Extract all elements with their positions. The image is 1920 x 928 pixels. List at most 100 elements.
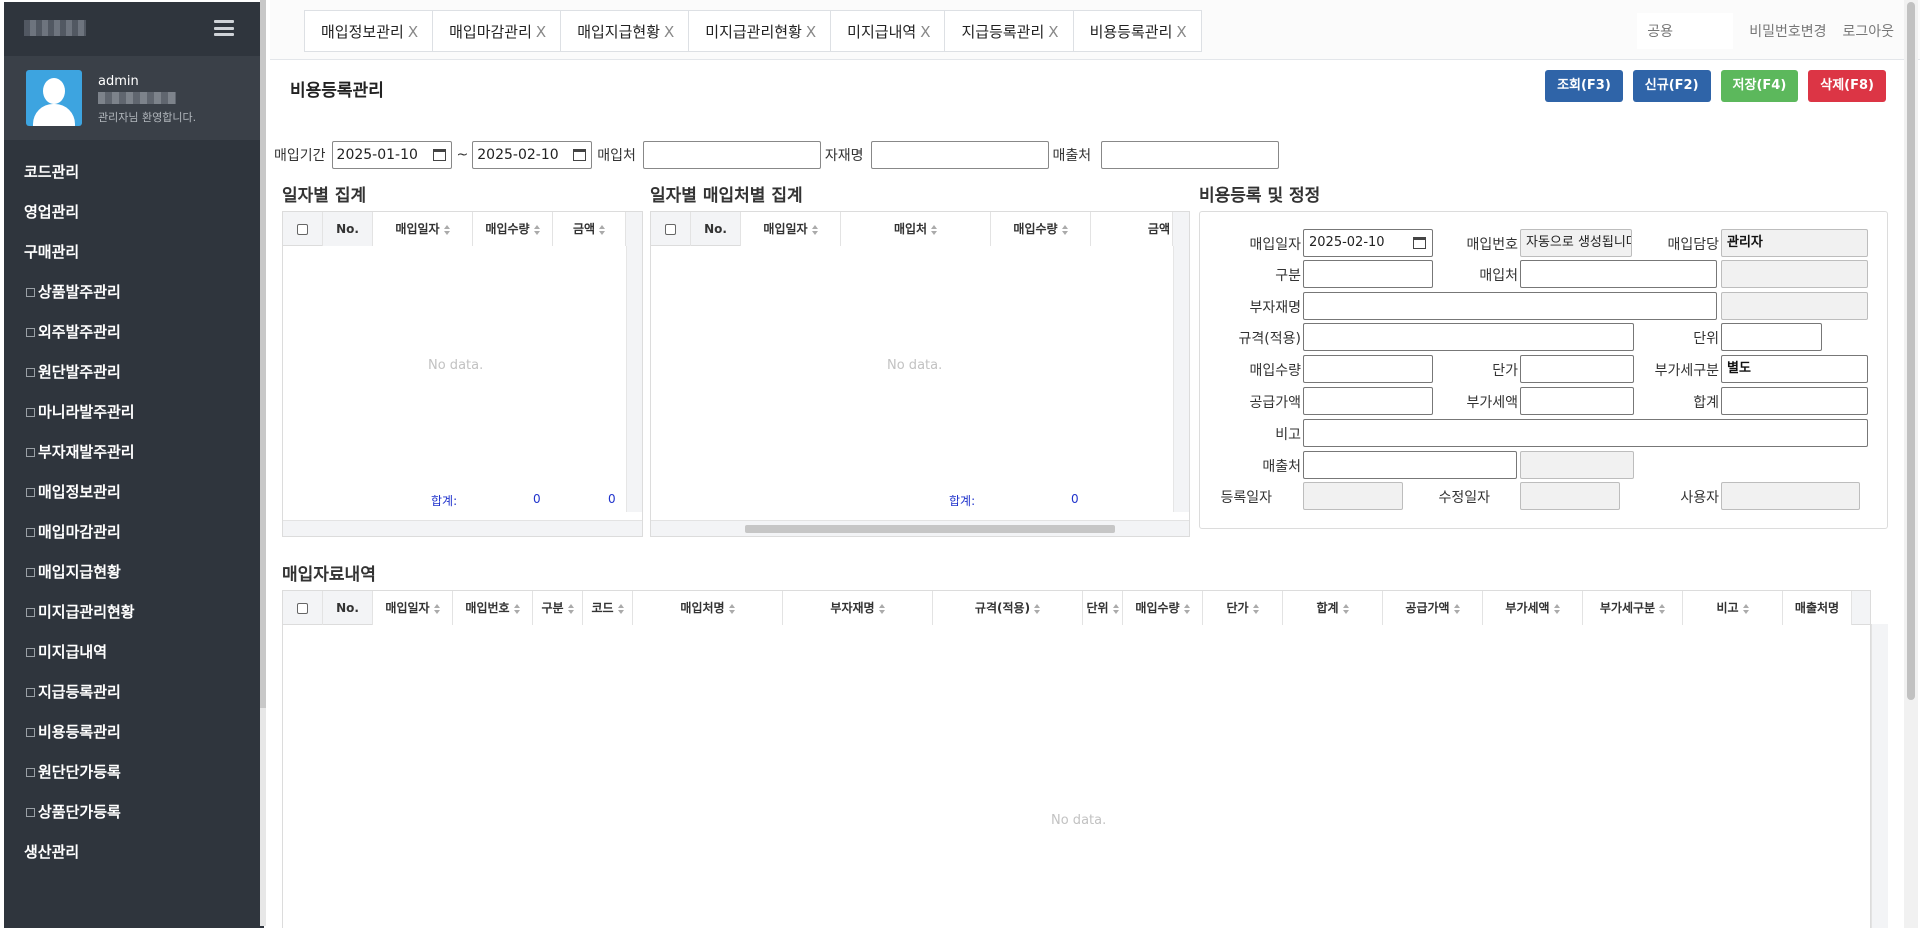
sort-icon[interactable] xyxy=(567,603,574,614)
sidebar-item[interactable]: 미지급내역 xyxy=(4,632,264,672)
tab-close-icon[interactable]: X xyxy=(536,23,546,41)
material-input[interactable] xyxy=(870,141,1049,169)
sort-icon[interactable] xyxy=(1453,603,1460,614)
total-input[interactable] xyxy=(1721,387,1868,415)
mod-date-input[interactable] xyxy=(1520,482,1620,510)
sort-icon[interactable] xyxy=(811,224,818,235)
detail-col-header[interactable]: 부가세액 xyxy=(1483,591,1583,625)
detail-col-header[interactable]: 합계 xyxy=(1283,591,1383,625)
common-search-input[interactable] xyxy=(1637,13,1734,49)
customer-input[interactable] xyxy=(1303,451,1517,479)
logout-link[interactable]: 로그아웃 xyxy=(1842,21,1894,41)
vat-type-select[interactable]: 별도 xyxy=(1721,355,1868,383)
tab[interactable]: 지급등록관리 X xyxy=(944,10,1073,52)
detail-col-header[interactable]: 규격(적용) xyxy=(933,591,1083,625)
detail-col-header[interactable]: 비고 xyxy=(1683,591,1783,625)
date-to-input[interactable]: 2025-02-10 xyxy=(472,141,593,169)
page-scrollbar[interactable] xyxy=(1904,0,1918,928)
sidebar-item[interactable]: 매입지급현황 xyxy=(4,552,264,592)
sidebar-scrollbar[interactable] xyxy=(260,0,266,926)
sort-icon[interactable] xyxy=(443,224,450,235)
detail-col-header[interactable]: 구분 xyxy=(533,591,583,625)
tab[interactable]: 매입정보관리 X xyxy=(304,10,433,52)
customer-input[interactable] xyxy=(1101,141,1280,169)
sort-icon[interactable] xyxy=(513,603,520,614)
tab-close-icon[interactable]: X xyxy=(408,23,418,41)
sort-icon[interactable] xyxy=(1034,603,1041,614)
sidebar-item[interactable]: 매입마감관리 xyxy=(4,512,264,552)
manager-input[interactable]: 관리자 xyxy=(1721,229,1868,257)
col-purchase-date[interactable]: 매입일자 xyxy=(373,212,473,246)
detail-col-header[interactable]: 매입일자 xyxy=(373,591,453,625)
sort-icon[interactable] xyxy=(1112,603,1119,614)
vertical-scrollbar[interactable] xyxy=(626,246,642,512)
col-qty[interactable]: 매입수량 xyxy=(473,212,553,246)
detail-vertical-scrollbar[interactable] xyxy=(1871,624,1888,928)
sort-icon[interactable] xyxy=(1252,603,1259,614)
unit-input[interactable] xyxy=(1721,323,1822,351)
spec-input[interactable] xyxy=(1303,323,1634,351)
col-amount[interactable]: 금액 xyxy=(1091,212,1173,246)
detail-col-header[interactable]: 공급가액 xyxy=(1383,591,1483,625)
reg-date-input[interactable] xyxy=(1303,482,1403,510)
tab-close-icon[interactable]: X xyxy=(1048,23,1058,41)
detail-col-header[interactable]: 단가 xyxy=(1203,591,1283,625)
col-qty[interactable]: 매입수량 xyxy=(991,212,1091,246)
tab[interactable]: 미지급관리현황 X xyxy=(688,10,831,52)
material-code-input[interactable] xyxy=(1721,292,1868,320)
sort-icon[interactable] xyxy=(728,603,735,614)
calendar-icon[interactable] xyxy=(573,149,587,161)
detail-col-header[interactable]: 매출처명 xyxy=(1783,591,1852,625)
detail-col-header[interactable]: 부자재명 xyxy=(783,591,933,625)
change-password-link[interactable]: 비밀번호변경 xyxy=(1749,21,1826,41)
sidebar-item[interactable]: 영업관리 xyxy=(4,192,264,232)
sidebar-item[interactable]: 마니라발주관리 xyxy=(4,392,264,432)
sort-icon[interactable] xyxy=(533,224,540,235)
sidebar-item[interactable]: 매입정보관리 xyxy=(4,472,264,512)
sort-icon[interactable] xyxy=(1061,224,1068,235)
select-all-checkbox[interactable] xyxy=(283,212,323,246)
vendor-input[interactable] xyxy=(1520,260,1717,288)
date-from-input[interactable]: 2025-01-10 xyxy=(331,141,452,169)
material-input[interactable] xyxy=(1303,292,1717,320)
sort-icon[interactable] xyxy=(617,603,624,614)
sidebar-item[interactable]: 원단단가등록 xyxy=(4,752,264,792)
vendor-code-input[interactable] xyxy=(1721,260,1868,288)
delete-button[interactable]: 삭제(F8) xyxy=(1808,70,1886,102)
select-all-checkbox[interactable] xyxy=(283,591,323,625)
tab[interactable]: 비용등록관리 X xyxy=(1072,10,1202,52)
sort-icon[interactable] xyxy=(433,603,440,614)
search-button[interactable]: 조회(F3) xyxy=(1545,70,1623,102)
sidebar-item[interactable]: 외주발주관리 xyxy=(4,312,264,352)
purchase-no-input[interactable]: 자동으로 생성됩니다 xyxy=(1520,229,1632,257)
hamburger-menu-icon[interactable] xyxy=(214,20,234,36)
sidebar-item[interactable]: 상품발주관리 xyxy=(4,272,264,312)
select-all-checkbox[interactable] xyxy=(651,212,691,246)
note-input[interactable] xyxy=(1303,419,1868,447)
vendor-input[interactable] xyxy=(642,141,821,169)
sidebar-item[interactable]: 미지급관리현황 xyxy=(4,592,264,632)
sidebar-item[interactable]: 구매관리 xyxy=(4,232,264,272)
sort-icon[interactable] xyxy=(931,224,938,235)
sidebar-item[interactable]: 비용등록관리 xyxy=(4,712,264,752)
tab-close-icon[interactable]: X xyxy=(664,23,674,41)
detail-col-header[interactable]: 매입처명 xyxy=(633,591,783,625)
sidebar-item[interactable]: 생산관리 xyxy=(4,832,264,872)
col-purchase-date[interactable]: 매입일자 xyxy=(741,212,841,246)
detail-col-header[interactable]: 단위 xyxy=(1083,591,1123,625)
sidebar-item[interactable]: 지급등록관리 xyxy=(4,672,264,712)
sort-icon[interactable] xyxy=(1553,603,1560,614)
detail-col-header[interactable]: 코드 xyxy=(583,591,633,625)
vat-amount-input[interactable] xyxy=(1520,387,1634,415)
col-amount[interactable]: 금액 xyxy=(553,212,626,246)
col-vendor[interactable]: 매입처 xyxy=(841,212,991,246)
sort-icon[interactable] xyxy=(1342,603,1349,614)
sidebar-item[interactable]: 코드관리 xyxy=(4,152,264,192)
vertical-scrollbar[interactable] xyxy=(1173,246,1189,512)
save-button[interactable]: 저장(F4) xyxy=(1720,70,1799,102)
sort-icon[interactable] xyxy=(878,603,885,614)
detail-col-header[interactable]: 매입번호 xyxy=(453,591,533,625)
calendar-icon[interactable] xyxy=(432,149,446,161)
sort-icon[interactable] xyxy=(1742,603,1749,614)
new-button[interactable]: 신규(F2) xyxy=(1632,70,1711,102)
